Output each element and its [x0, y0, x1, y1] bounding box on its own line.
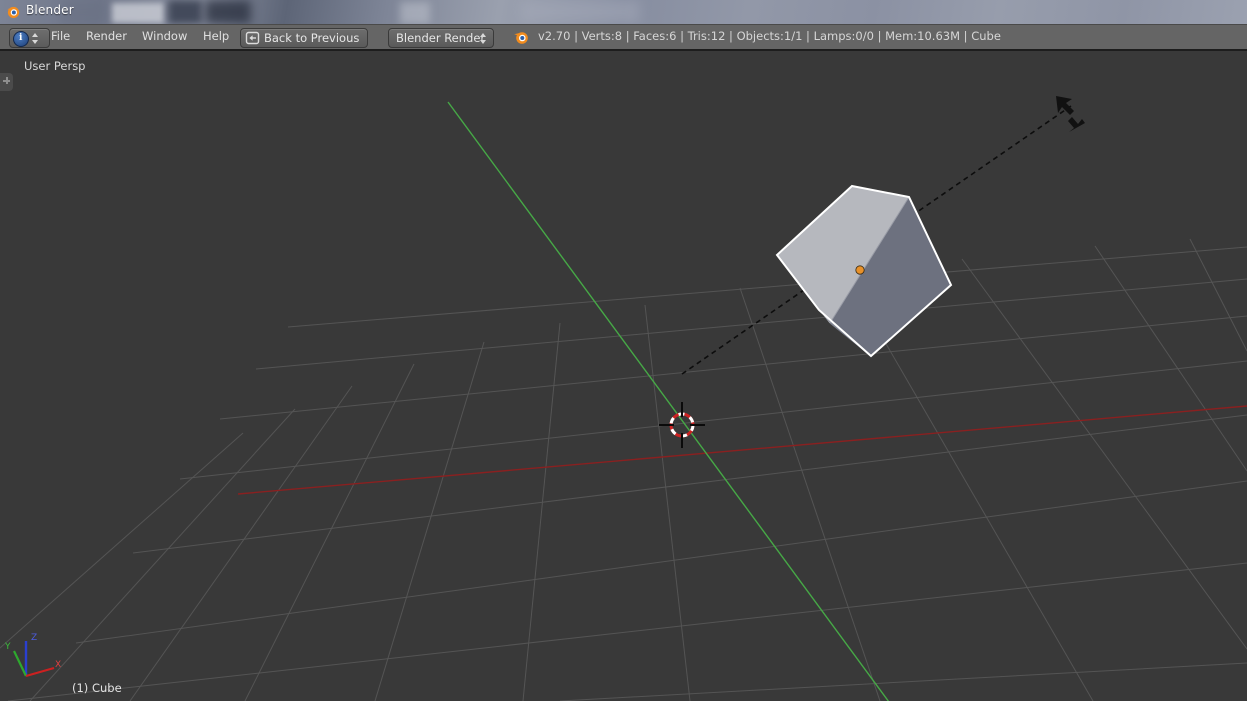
viewport-object-label: (1) Cube	[72, 681, 122, 695]
window-title: Blender	[26, 3, 74, 17]
menu-window[interactable]: Window	[142, 29, 187, 43]
back-to-previous-label: Back to Previous	[264, 31, 360, 45]
3d-cursor[interactable]	[659, 402, 705, 448]
chevron-updown-icon	[32, 33, 38, 44]
blender-logo-icon	[514, 32, 528, 44]
wallpaper-blur	[205, 0, 251, 24]
status-statistics-text: v2.70 | Verts:8 | Faces:6 | Tris:12 | Ob…	[538, 29, 1001, 43]
gizmo-label-y: Y	[4, 642, 11, 652]
menu-file[interactable]: File	[51, 29, 70, 43]
gizmo-label-x: X	[55, 660, 61, 670]
snap-arrow-up-left-icon	[1056, 96, 1074, 115]
cube-object[interactable]	[775, 184, 953, 358]
object-origin-dot[interactable]	[855, 265, 865, 275]
gizmo-label-z: Z	[31, 633, 37, 643]
os-title-bar: Blender	[0, 0, 1247, 24]
blender-window: Blender i File Render Window Help Back t…	[0, 0, 1247, 701]
editor-type-selector[interactable]: i	[9, 28, 50, 48]
back-arrow-icon	[245, 31, 260, 45]
info-header-bar: i File Render Window Help Back to Previo…	[0, 25, 1247, 49]
plus-icon	[3, 77, 10, 84]
wallpaper-blur	[168, 0, 202, 24]
toolshelf-open-handle[interactable]	[0, 73, 13, 91]
mini-axis-gizmo: Z Y X	[4, 633, 61, 678]
gizmo-axis-y	[13, 650, 27, 677]
viewport-canvas: Z Y X	[0, 96, 1247, 701]
menu-help[interactable]: Help	[203, 29, 229, 43]
x-axis-line	[237, 405, 1247, 495]
render-engine-select[interactable]: Blender Render	[388, 28, 494, 48]
snap-arrow-down-right-icon	[1068, 117, 1085, 132]
grid-lines-y	[0, 238, 1247, 701]
viewport-view-label: User Persp	[24, 59, 86, 73]
wallpaper-blur	[400, 2, 430, 24]
wallpaper-blur	[520, 0, 640, 24]
menu-render[interactable]: Render	[86, 29, 127, 43]
blender-logo-icon	[7, 6, 20, 19]
wallpaper-blur	[112, 3, 164, 23]
back-to-previous-button[interactable]: Back to Previous	[240, 28, 369, 48]
render-engine-value: Blender Render	[396, 31, 486, 45]
3d-viewport[interactable]: Z Y X User Persp (1) Cube	[0, 51, 1247, 701]
chevron-updown-icon	[480, 33, 486, 44]
info-editor-icon: i	[13, 31, 29, 47]
gizmo-axis-x	[25, 666, 55, 678]
grid-lines-x	[7, 246, 1247, 701]
